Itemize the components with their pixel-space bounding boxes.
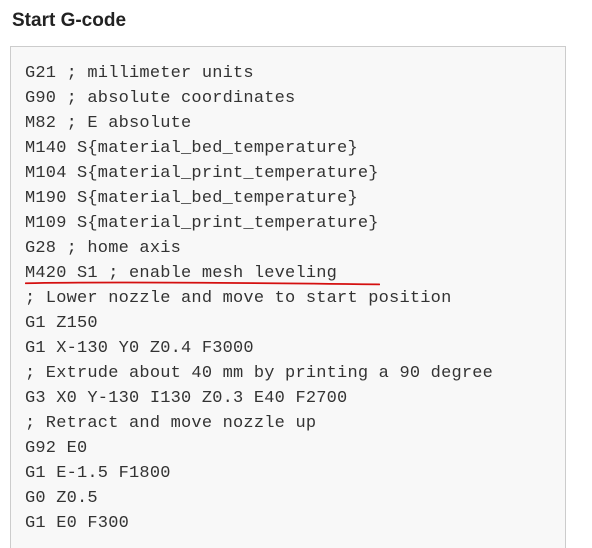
code-line: M140 S{material_bed_temperature} — [25, 139, 358, 158]
code-line: G3 X0 Y-130 I130 Z0.3 E40 F2700 — [25, 389, 347, 408]
section-heading: Start G-code — [12, 10, 592, 32]
code-line: G21 ; millimeter units — [25, 64, 254, 83]
code-line: G1 X-130 Y0 Z0.4 F3000 — [25, 339, 254, 358]
code-line: ; Extrude about 40 mm by printing a 90 d… — [25, 364, 493, 383]
code-line: G1 Z150 — [25, 314, 98, 333]
code-line: G92 E0 — [25, 439, 87, 458]
code-line: G1 E-1.5 F1800 — [25, 464, 171, 483]
gcode-block: G21 ; millimeter units G90 ; absolute co… — [10, 46, 566, 548]
code-line: M104 S{material_print_temperature} — [25, 164, 379, 183]
code-line: G90 ; absolute coordinates — [25, 89, 295, 108]
code-line: ; Lower nozzle and move to start positio… — [25, 289, 451, 308]
code-line: M190 S{material_bed_temperature} — [25, 189, 358, 208]
code-line: G1 E0 F300 — [25, 514, 129, 533]
code-line: M109 S{material_print_temperature} — [25, 214, 379, 233]
code-line: ; Retract and move nozzle up — [25, 414, 316, 433]
code-line: M82 ; E absolute — [25, 114, 191, 133]
code-line: G0 Z0.5 — [25, 489, 98, 508]
highlighted-line-wrap: M420 S1 ; enable mesh leveling — [25, 261, 555, 286]
code-line-highlighted: M420 S1 ; enable mesh leveling — [25, 264, 337, 283]
code-line: G28 ; home axis — [25, 239, 181, 258]
